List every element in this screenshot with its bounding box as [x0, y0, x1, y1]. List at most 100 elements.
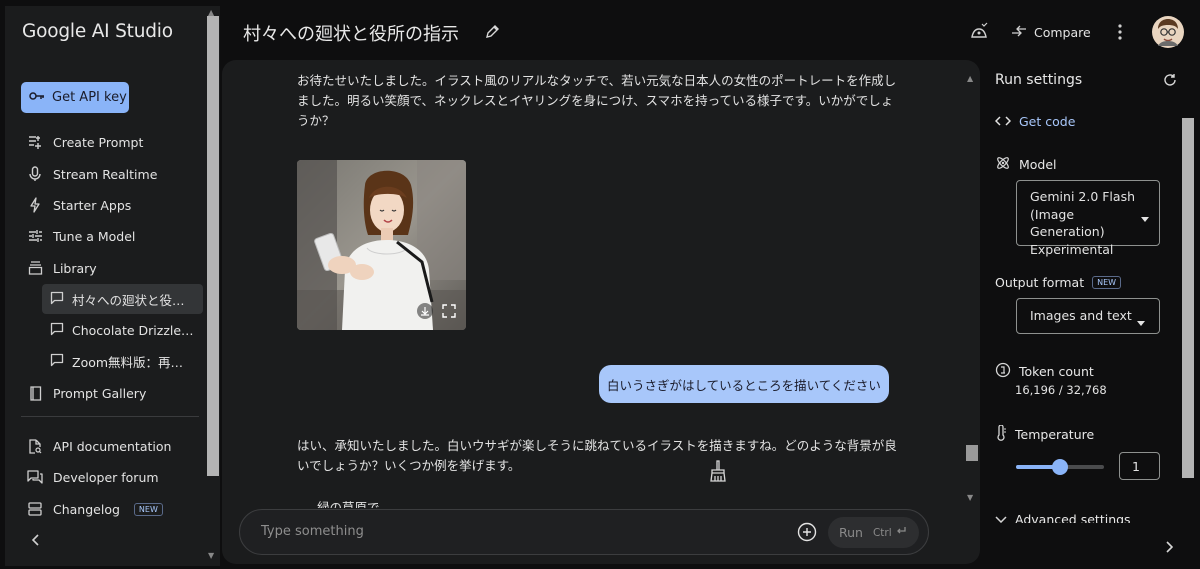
sidebar-item-label: Starter Apps — [53, 197, 132, 213]
settings-scrollbar[interactable] — [1182, 118, 1194, 478]
app-logo[interactable]: Google AI Studio — [22, 21, 173, 42]
chat-bubble-icon — [50, 322, 64, 339]
code-icon — [994, 114, 1012, 129]
more-options-icon[interactable] — [1117, 24, 1123, 40]
get-code-link[interactable]: Get code — [994, 114, 1076, 129]
output-format-value: Images and text — [1030, 308, 1132, 323]
model-select[interactable]: Gemini 2.0 Flash (Image Generation) Expe… — [1016, 180, 1160, 257]
sidebar-item-label: Developer forum — [53, 469, 159, 485]
add-media-icon[interactable] — [797, 522, 817, 546]
sidebar-item-changelog[interactable]: Changelog NEW — [27, 497, 163, 521]
temperature-slider-thumb[interactable] — [1052, 459, 1068, 475]
reset-settings-icon[interactable] — [1163, 72, 1177, 91]
get-api-key-button[interactable]: Get API key — [21, 82, 129, 113]
dropdown-caret-icon — [1137, 314, 1145, 329]
temperature-input[interactable]: 1 — [1119, 452, 1160, 480]
compare-label: Compare — [1034, 25, 1091, 40]
model-message: はい、承知いたしました。白いウサギが楽しそうに跳ねているイラストを描きますね。ど… — [297, 438, 897, 473]
book-icon — [27, 385, 43, 401]
sidebar-item-library[interactable]: Library — [27, 256, 97, 280]
prompt-input[interactable]: Type something Run Ctrl — [239, 509, 929, 555]
advanced-settings-toggle[interactable]: Advanced settings — [995, 512, 1131, 523]
run-button[interactable]: Run Ctrl — [828, 517, 919, 548]
output-format-label: Output format NEW — [995, 275, 1122, 290]
avatar[interactable] — [1152, 16, 1184, 48]
mic-icon — [27, 166, 43, 182]
chat-scrollbar[interactable] — [966, 445, 978, 461]
fullscreen-icon[interactable] — [441, 303, 457, 323]
token-count-label-text: Token count — [1019, 364, 1094, 379]
get-api-key-label: Get API key — [52, 90, 127, 105]
compare-toggle-icon[interactable] — [970, 22, 988, 40]
model-label-text: Model — [1019, 157, 1057, 172]
library-icon — [27, 260, 43, 276]
advanced-settings-label: Advanced settings — [1015, 512, 1131, 523]
sidebar-item-label: API documentation — [53, 438, 172, 454]
sidebar-item-label: Tune a Model — [53, 228, 136, 244]
clear-chat-broom-icon[interactable] — [709, 460, 727, 486]
generated-portrait-image[interactable] — [297, 160, 466, 330]
model-select-value: Gemini 2.0 Flash (Image Generation) Expe… — [1030, 189, 1136, 257]
model-message-partial: 緑の草原で — [317, 500, 380, 508]
download-icon[interactable] — [417, 303, 433, 323]
sidebar-item-tune-model[interactable]: Tune a Model — [27, 224, 135, 248]
sidebar-item-label: Prompt Gallery — [53, 385, 147, 401]
sidebar-divider — [21, 416, 199, 417]
compare-button[interactable]: Compare — [1011, 24, 1091, 41]
run-shortcut-label: Ctrl — [872, 527, 892, 539]
document-search-icon — [27, 438, 43, 454]
key-icon — [29, 90, 45, 105]
new-badge: NEW — [133, 502, 163, 516]
output-format-select[interactable]: Images and text — [1016, 298, 1160, 334]
chat-panel: お待たせいたしました。イラスト風のリアルなタッチで、若い元気な日本人の女性のポー… — [222, 60, 980, 564]
chat-bubble-icon — [50, 353, 64, 370]
temperature-slider[interactable] — [1016, 459, 1104, 475]
chat-scroll-up-icon[interactable]: ▲ — [967, 74, 973, 83]
run-shortcut: Ctrl — [873, 526, 907, 539]
user-message: 白いうさぎがはしているところを描いてください — [599, 365, 889, 403]
expand-panel-chevron-icon[interactable] — [1165, 538, 1174, 557]
token-count-label: Token count — [995, 362, 1094, 381]
sidebar-item-label: Stream Realtime — [53, 166, 158, 182]
scroll-down-arrow-icon[interactable]: ▼ — [208, 551, 214, 560]
chevron-down-icon — [995, 512, 1007, 523]
library-item-2[interactable]: Chocolate Drizzle for Dessert — [42, 315, 203, 345]
model-label: Model — [995, 155, 1057, 174]
sidebar-item-prompt-gallery[interactable]: Prompt Gallery — [27, 381, 146, 405]
library-item-label: Zoom無料版：再接続の方法 — [72, 354, 194, 370]
tune-icon — [27, 228, 43, 244]
prompt-placeholder: Type something — [261, 524, 364, 539]
library-item-label: Chocolate Drizzle for Dessert — [72, 322, 194, 338]
sidebar-item-api-documentation[interactable]: API documentation — [27, 434, 171, 458]
sidebar-item-starter-apps[interactable]: Starter Apps — [27, 193, 131, 217]
sidebar-item-label: Changelog — [53, 501, 120, 517]
run-settings-panel: Run settings Get code Model Gemini 2.0 F… — [983, 60, 1200, 564]
collapse-sidebar-chevron-icon[interactable] — [31, 534, 41, 550]
library-item-3[interactable]: Zoom無料版：再接続の方法 — [42, 346, 203, 376]
compare-arrows-icon — [1011, 24, 1027, 41]
page-title: 村々への廻状と役所の指示 — [243, 24, 459, 45]
run-settings-title: Run settings — [995, 72, 1083, 88]
forum-icon — [27, 469, 43, 485]
new-badge: NEW — [1092, 276, 1122, 289]
chat-bubble-icon — [50, 291, 64, 308]
output-format-label-text: Output format — [995, 275, 1085, 290]
create-prompt-icon — [27, 134, 43, 150]
sidebar-scrollbar[interactable] — [207, 16, 219, 476]
sidebar-item-label: Create Prompt — [53, 134, 144, 150]
sidebar-item-create-prompt[interactable]: Create Prompt — [27, 130, 143, 154]
changelog-icon — [27, 501, 43, 517]
model-message: お待たせいたしました。イラスト風のリアルなタッチで、若い元気な日本人の女性のポー… — [297, 73, 897, 128]
library-item-1[interactable]: 村々への廻状と役所の指示 — [42, 284, 203, 314]
edit-title-icon[interactable] — [485, 24, 499, 43]
temperature-label: Temperature — [995, 424, 1094, 444]
chat-scroll-down-icon[interactable]: ▼ — [967, 493, 973, 502]
enter-icon — [897, 527, 906, 534]
app-window: Google AI Studio Get API key Create Prom… — [0, 0, 1200, 569]
sidebar-item-stream-realtime[interactable]: Stream Realtime — [27, 162, 157, 186]
sidebar-item-label: Library — [53, 260, 97, 276]
model-atom-icon — [995, 155, 1011, 174]
thermometer-icon — [995, 424, 1007, 444]
get-code-label: Get code — [1019, 114, 1076, 129]
sidebar-item-developer-forum[interactable]: Developer forum — [27, 465, 159, 489]
